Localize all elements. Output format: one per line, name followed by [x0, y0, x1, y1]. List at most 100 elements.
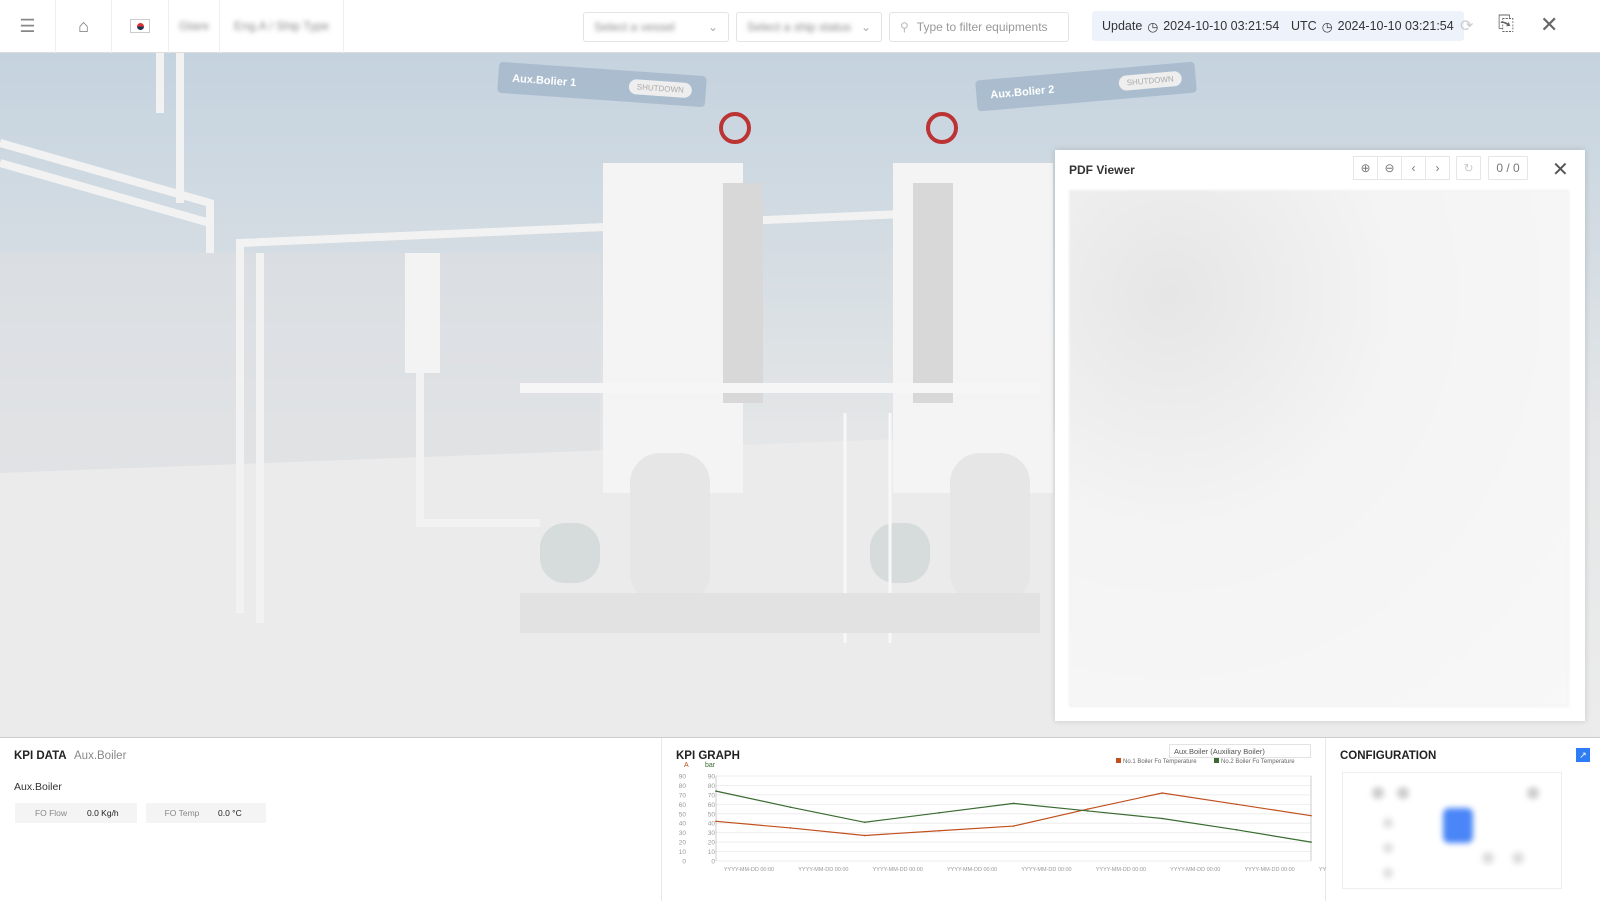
- series-line-2: [715, 790, 1312, 843]
- y-tick-label-right: 60: [708, 802, 716, 809]
- y-tick-label-left: 40: [679, 821, 687, 828]
- data-point: [863, 834, 866, 837]
- status-badge: SHUTDOWN: [628, 78, 693, 99]
- x-tick-label: YYYY-MM-DD 00:00: [1096, 867, 1146, 873]
- y-tick-label-right: 90: [708, 774, 716, 781]
- search-icon: ⚲: [900, 20, 909, 34]
- data-point: [789, 827, 792, 829]
- data-point: [715, 820, 717, 823]
- page-count: 0 / 0: [1496, 161, 1520, 175]
- configuration-title: CONFIGURATION: [1340, 750, 1437, 762]
- zoom-in-button[interactable]: ⊕: [1353, 156, 1378, 180]
- y-tick-label-right: 30: [708, 830, 716, 837]
- y-axis-left-label: A: [684, 762, 689, 769]
- hamburger-icon: ☰: [19, 15, 36, 36]
- language-button[interactable]: [112, 0, 168, 53]
- rotate-icon: ↻: [1463, 161, 1474, 175]
- update-time: Update ◷ 2024-10-10 03:21:54: [1092, 11, 1290, 41]
- breadcrumb-text: Gtare: [179, 19, 210, 33]
- menu-button[interactable]: ☰: [0, 0, 56, 53]
- data-point: [1087, 810, 1089, 812]
- page-indicator: 0 / 0: [1488, 156, 1528, 180]
- kpi-graph-panel: KPI GRAPH Aux.Boiler (Auxiliary Boiler) …: [662, 738, 1326, 901]
- chevron-right-icon: ›: [1435, 161, 1440, 175]
- y-tick-label-left: 0: [682, 859, 686, 866]
- data-point: [1161, 792, 1164, 794]
- pdf-page-preview: [1069, 190, 1569, 707]
- kpi-item-label: FO Flow: [34, 808, 68, 818]
- select-placeholder: Select a vessel: [594, 20, 675, 34]
- status-select[interactable]: Select a ship status ⌄: [736, 12, 882, 42]
- x-tick-label: YYYY-MM-DD 00:00: [798, 867, 848, 873]
- equipment-filter-input[interactable]: ⚲ Type to filter equipments: [889, 12, 1069, 42]
- y-tick-label-left: 70: [679, 792, 687, 799]
- data-point: [1310, 841, 1312, 843]
- utc-time-value: 2024-10-10 03:21:54: [1337, 19, 1454, 33]
- kpi-data-panel: KPI DATA Aux.Boiler Aux.Boiler FO Flow 0.…: [0, 738, 662, 901]
- breadcrumb-2: Eng.A / Ship Type: [220, 0, 345, 53]
- next-page-button[interactable]: ›: [1425, 156, 1450, 180]
- rotate-button[interactable]: ↻: [1456, 156, 1481, 180]
- y-tick-label-left: 60: [679, 802, 687, 809]
- y-tick-label-left: 30: [679, 830, 687, 837]
- kpi-item-fo-temp: FO Temp 0.0 °C: [146, 803, 266, 823]
- zoom-out-button[interactable]: ⊖: [1377, 156, 1402, 180]
- y-tick-label-right: 40: [708, 821, 716, 828]
- prev-page-button[interactable]: ‹: [1401, 156, 1426, 180]
- korea-flag-icon: [130, 19, 150, 33]
- data-point: [1161, 817, 1164, 820]
- pdf-viewer-title: PDF Viewer: [1069, 163, 1135, 177]
- configuration-panel: CONFIGURATION ↗: [1326, 738, 1600, 901]
- vessel-select[interactable]: Select a vessel ⌄: [583, 12, 729, 42]
- home-icon: ⌂: [78, 15, 89, 36]
- graph-select-value: Aux.Boiler (Auxiliary Boiler): [1174, 747, 1265, 756]
- update-label: Update: [1102, 19, 1143, 33]
- tag-name: Aux.Bolier 2: [989, 83, 1055, 101]
- y-tick-label-left: 50: [679, 811, 687, 818]
- data-point: [1235, 803, 1238, 806]
- data-point: [863, 821, 866, 824]
- chevron-down-icon: ⌄: [707, 20, 718, 34]
- configuration-diagram[interactable]: [1342, 772, 1562, 889]
- y-tick-label-right: 0: [711, 859, 715, 866]
- data-point: [938, 812, 940, 814]
- x-tick-label: YYYY-MM-DD 00:00: [1245, 867, 1295, 873]
- legend-swatch: [1214, 758, 1219, 763]
- refresh-icon[interactable]: ⟳: [1460, 16, 1473, 36]
- close-icon[interactable]: ✕: [1540, 12, 1558, 38]
- close-icon[interactable]: ✕: [1552, 157, 1569, 182]
- open-external-button[interactable]: ↗: [1576, 748, 1590, 762]
- zoom-out-icon: ⊖: [1384, 161, 1395, 175]
- data-point: [1235, 829, 1238, 831]
- kpi-line-chart: Abar 0 0 10 10 20 20 30 30 40 40 50 50 60 60 70 70 80 80 90…: [679, 758, 1326, 873]
- zoom-in-icon: ⊕: [1360, 161, 1371, 175]
- pdf-viewer-panel: PDF Viewer ⊕ ⊖ ‹ › ↻ 0 / 0 ✕: [1055, 150, 1585, 721]
- legend-swatch: [1116, 758, 1121, 763]
- data-point: [1012, 825, 1015, 827]
- data-point: [1087, 808, 1089, 810]
- y-tick-label-right: 50: [708, 811, 716, 818]
- data-point: [938, 829, 940, 832]
- legend-label: No.2 Boiler Fo Temperature: [1221, 759, 1295, 765]
- home-button[interactable]: ⌂: [56, 0, 112, 53]
- clock-icon: ◷: [1147, 19, 1159, 34]
- data-point: [715, 790, 717, 792]
- utc-time: UTC ◷ 2024-10-10 03:21:54: [1281, 11, 1464, 41]
- x-tick-label: YYYY-MM-DD 00:00: [947, 867, 997, 873]
- kpi-data-title: KPI DATA: [14, 750, 67, 762]
- x-tick-label: YYYY-MM-DD 00:00: [724, 867, 774, 873]
- filter-placeholder: Type to filter equipments: [916, 20, 1048, 34]
- exit-icon[interactable]: ⎘: [1498, 13, 1514, 36]
- data-point: [1012, 802, 1015, 805]
- y-tick-label-left: 10: [679, 849, 687, 856]
- kpi-item-label: FO Temp: [164, 808, 200, 818]
- bottom-panels: KPI DATA Aux.Boiler Aux.Boiler FO Flow 0.…: [0, 737, 1600, 901]
- x-tick-label: YYYY-MM-DD 00:00: [873, 867, 923, 873]
- y-tick-label-right: 10: [708, 849, 716, 856]
- breadcrumb-1: Gtare: [168, 0, 221, 53]
- select-placeholder: Select a ship status: [747, 20, 852, 34]
- kpi-data-subtitle: Aux.Boiler: [74, 750, 127, 762]
- y-tick-label-left: 80: [679, 783, 687, 790]
- status-badge: SHUTDOWN: [1118, 70, 1183, 92]
- kpi-item-value: 0.0 Kg/h: [87, 808, 119, 818]
